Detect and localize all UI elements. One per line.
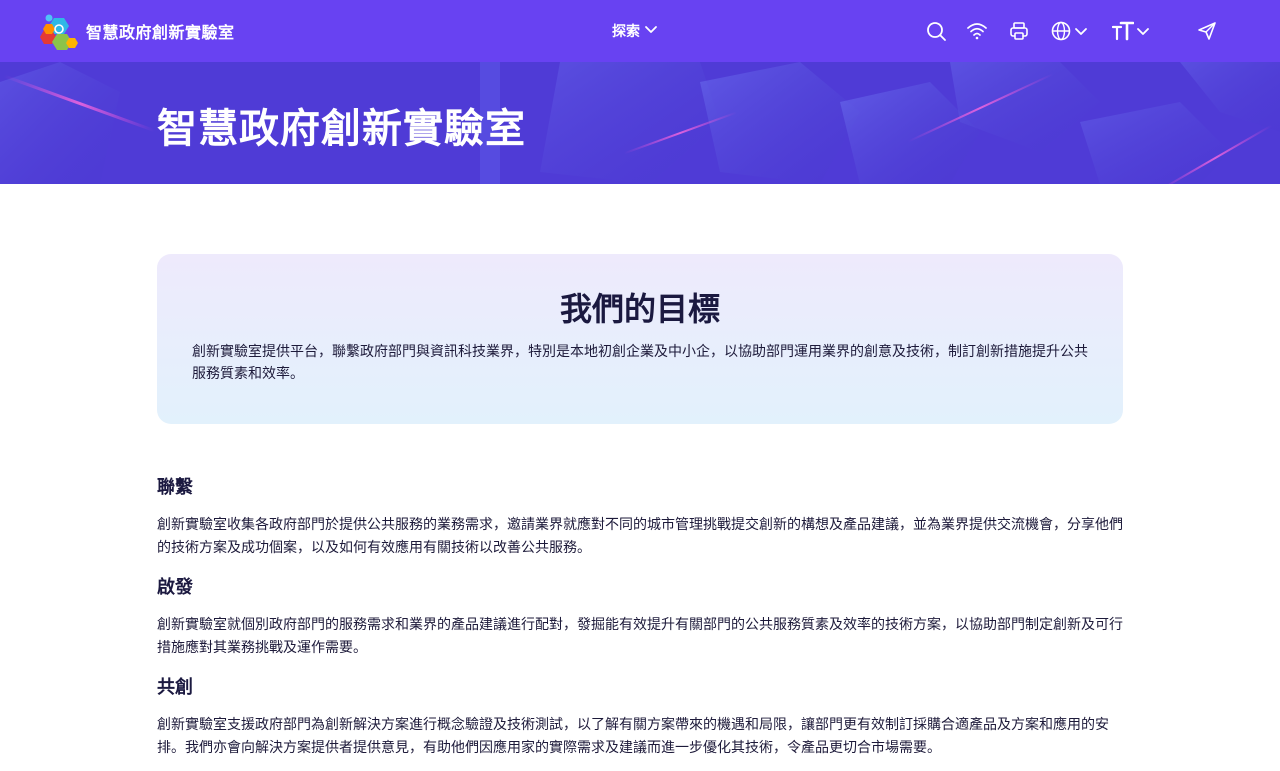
goal-card: 我們的目標 創新實驗室提供平台，聯繫政府部門與資訊科技業界，特別是本地初創企業及… bbox=[157, 254, 1123, 424]
language-menu-button[interactable] bbox=[1050, 17, 1088, 45]
accessibility-button[interactable] bbox=[966, 17, 988, 45]
section-co-create: 共創 創新實驗室支援政府部門為創新解決方案進行概念驗證及技術測試，以了解有關方案… bbox=[157, 676, 1123, 760]
top-navigation-bar: 智慧政府創新實驗室 探索 bbox=[0, 0, 1280, 62]
search-icon bbox=[925, 20, 947, 42]
section-heading: 共創 bbox=[157, 677, 193, 698]
hero-banner: 智慧政府創新實驗室 bbox=[0, 62, 1280, 184]
globe-icon bbox=[1050, 20, 1072, 42]
wifi-icon bbox=[966, 20, 988, 42]
search-button[interactable] bbox=[925, 17, 947, 45]
explore-label: 探索 bbox=[612, 24, 640, 40]
site-name: 智慧政府創新實驗室 bbox=[86, 23, 235, 42]
section-inspire: 啟發 創新實驗室就個別政府部門的服務需求和業界的產品建議進行配對，發掘能有效提升… bbox=[157, 576, 1123, 660]
section-heading: 聯繫 bbox=[157, 477, 193, 498]
goal-description: 創新實驗室提供平台，聯繫政府部門與資訊科技業界，特別是本地初創企業及中小企，以協… bbox=[192, 344, 1088, 382]
section-text: 創新實驗室收集各政府部門於提供公共服務的業務需求，邀請業界就應對不同的城市管理挑… bbox=[157, 517, 1123, 556]
text-size-menu-button[interactable] bbox=[1112, 17, 1150, 45]
goal-title: 我們的目標 bbox=[559, 290, 720, 328]
page-title: 智慧政府創新實驗室 bbox=[157, 106, 526, 152]
print-icon bbox=[1008, 20, 1030, 42]
section-connect: 聯繫 創新實驗室收集各政府部門於提供公共服務的業務需求，邀請業界就應對不同的城市… bbox=[157, 476, 1123, 560]
share-button[interactable] bbox=[1196, 17, 1218, 45]
explore-menu-button[interactable]: 探索 bbox=[612, 19, 658, 43]
text-size-tool bbox=[1112, 20, 1150, 42]
print-button[interactable] bbox=[1008, 17, 1030, 45]
section-text: 創新實驗室就個別政府部門的服務需求和業界的產品建議進行配對，發掘能有效提升有關部… bbox=[157, 617, 1123, 656]
chevron-down-icon bbox=[1074, 24, 1088, 38]
site-logo-link[interactable]: 智慧政府創新實驗室 bbox=[40, 12, 235, 50]
chevron-down-icon bbox=[1136, 24, 1150, 38]
chevron-down-icon bbox=[644, 22, 658, 40]
section-heading: 啟發 bbox=[157, 577, 193, 598]
send-icon bbox=[1196, 20, 1218, 42]
language-tool bbox=[1050, 20, 1088, 42]
section-text: 創新實驗室支援政府部門為創新解決方案進行概念驗證及技術測試，以了解有關方案帶來的… bbox=[157, 717, 1109, 756]
text-size-icon bbox=[1112, 20, 1134, 42]
logo-icon bbox=[40, 12, 78, 50]
